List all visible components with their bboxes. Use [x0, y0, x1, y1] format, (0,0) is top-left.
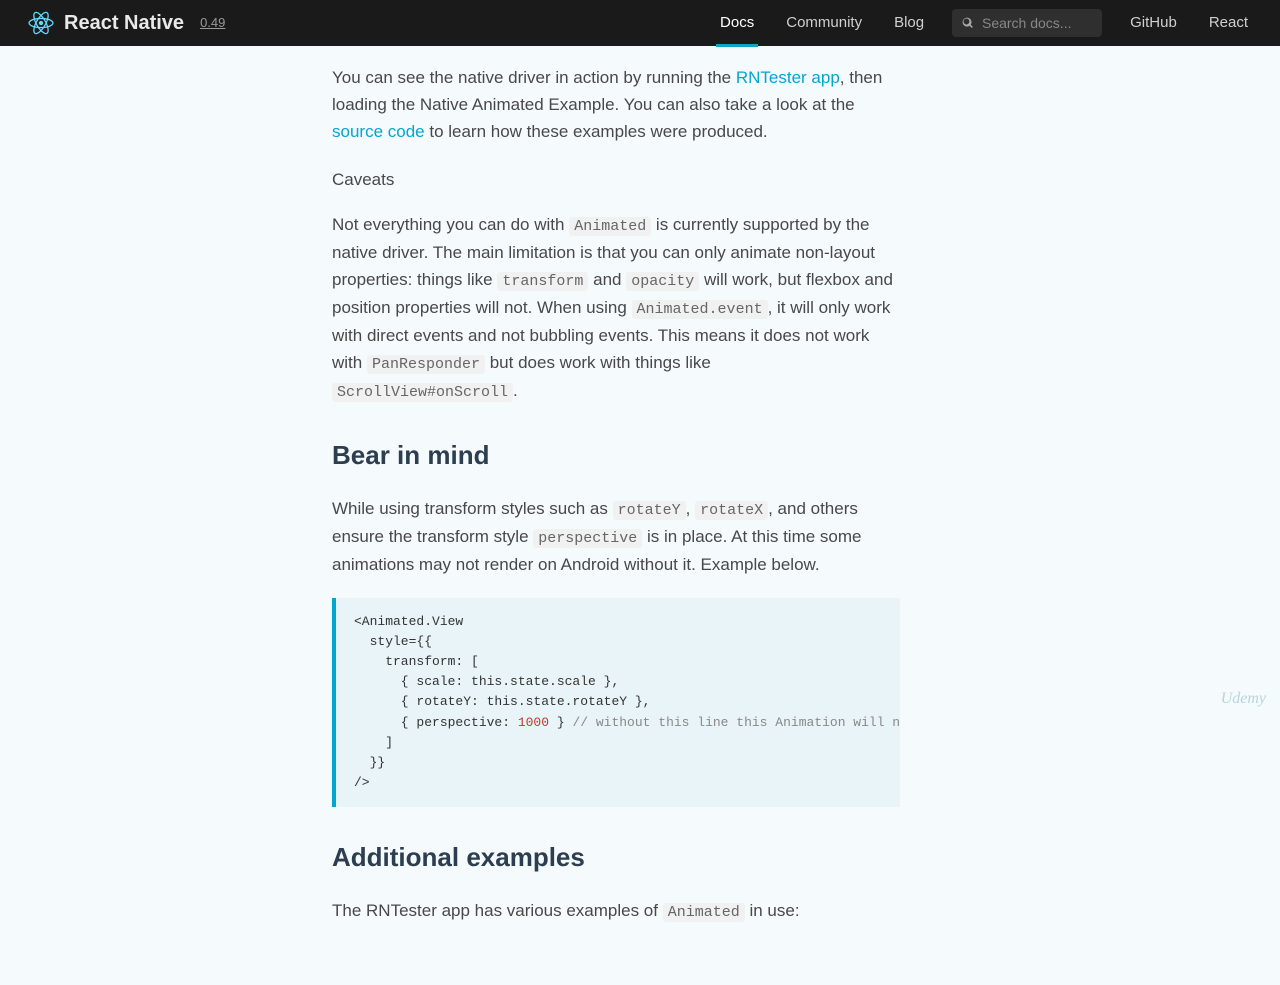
text: Not everything you can do with: [332, 215, 569, 234]
code-line: { rotateY: this.state.rotateY },: [354, 694, 650, 709]
text: While using transform styles such as: [332, 499, 613, 518]
watermark: Udemy: [1221, 686, 1266, 712]
nav-react[interactable]: React: [1205, 0, 1252, 47]
additional-paragraph: The RNTester app has various examples of…: [332, 897, 900, 925]
code-example: <Animated.View style={{ transform: [ { s…: [332, 598, 900, 807]
nav-left: React Native 0.49: [28, 7, 225, 39]
nav-github[interactable]: GitHub: [1126, 0, 1181, 47]
intro-paragraph: You can see the native driver in action …: [332, 64, 900, 146]
code-line: { scale: this.state.scale },: [354, 674, 619, 689]
nav-docs[interactable]: Docs: [716, 0, 758, 47]
link-rntester[interactable]: RNTester app: [736, 68, 840, 87]
code-animated: Animated: [569, 217, 651, 236]
bear-heading: Bear in mind: [332, 435, 900, 477]
code-line: style={{: [354, 634, 432, 649]
code-line: }: [549, 715, 572, 730]
text: .: [513, 381, 518, 400]
search-box[interactable]: [952, 9, 1102, 37]
code-rotatex: rotateX: [695, 501, 768, 520]
nav-community[interactable]: Community: [782, 0, 866, 47]
additional-heading: Additional examples: [332, 837, 900, 879]
code-panresponder: PanResponder: [367, 355, 485, 374]
version-label[interactable]: 0.49: [200, 13, 225, 34]
code-transform: transform: [497, 272, 588, 291]
code-line: }}: [354, 755, 385, 770]
search-icon: [962, 16, 974, 30]
text: You can see the native driver in action …: [332, 68, 736, 87]
code-rotatey: rotateY: [613, 501, 686, 520]
code-line: { perspective:: [354, 715, 518, 730]
code-number: 1000: [518, 715, 549, 730]
doc-content: You can see the native driver in action …: [332, 46, 900, 985]
search-input[interactable]: [982, 15, 1092, 31]
code-animated2: Animated: [663, 903, 745, 922]
nav-right: Docs Community Blog GitHub React: [716, 0, 1252, 47]
link-source-code[interactable]: source code: [332, 122, 425, 141]
code-line: transform: [: [354, 654, 479, 669]
caveats-paragraph: Not everything you can do with Animated …: [332, 211, 900, 405]
code-comment: // without this line this Animation will…: [572, 715, 900, 730]
text: The RNTester app has various examples of: [332, 901, 663, 920]
caveats-heading: Caveats: [332, 166, 900, 193]
code-line: />: [354, 775, 370, 790]
brand-name[interactable]: React Native: [64, 7, 184, 39]
code-scrollview: ScrollView#onScroll: [332, 383, 513, 402]
code-animated-event: Animated.event: [632, 300, 768, 319]
text: and: [588, 270, 626, 289]
nav-blog[interactable]: Blog: [890, 0, 928, 47]
bear-paragraph: While using transform styles such as rot…: [332, 495, 900, 578]
code-line: ]: [354, 735, 393, 750]
text: ,: [686, 499, 695, 518]
text: but does work with things like: [485, 353, 711, 372]
code-opacity: opacity: [626, 272, 699, 291]
top-nav: React Native 0.49 Docs Community Blog Gi…: [0, 0, 1280, 46]
code-line: <Animated.View: [354, 614, 463, 629]
text: to learn how these examples were produce…: [425, 122, 768, 141]
text: in use:: [745, 901, 800, 920]
react-logo-icon: [28, 10, 54, 36]
code-perspective: perspective: [533, 529, 642, 548]
